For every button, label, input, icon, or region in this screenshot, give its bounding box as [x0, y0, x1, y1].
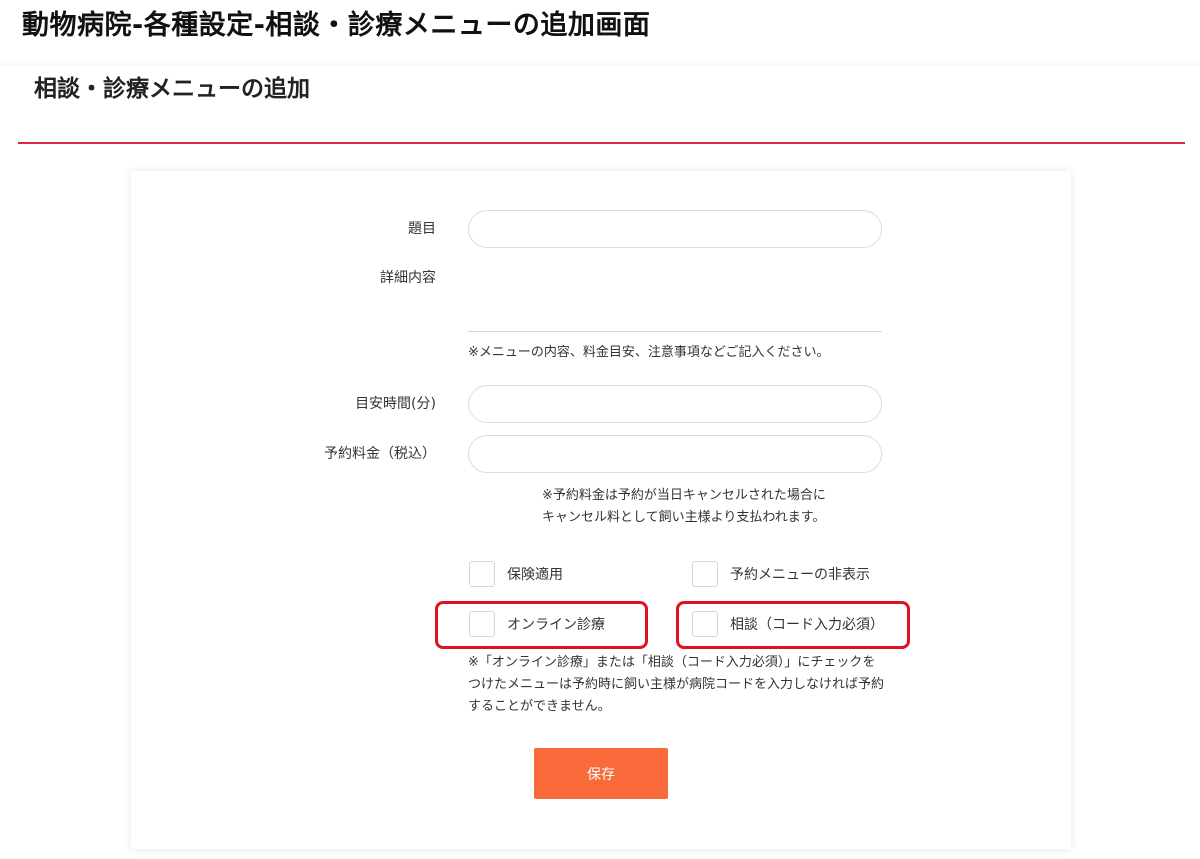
save-button[interactable]: 保存	[534, 748, 668, 799]
document-title: 動物病院-各種設定-相談・診療メニューの追加画面	[22, 10, 651, 41]
code-note-line1: ※「オンライン診療」または「相談（コード入力必須）」にチェックを	[468, 655, 876, 670]
hide-menu-option[interactable]: 予約メニューの非表示	[692, 561, 870, 587]
duration-label: 目安時間(分)	[355, 396, 436, 412]
title-input[interactable]	[468, 210, 882, 248]
insurance-label: 保険適用	[507, 567, 563, 583]
duration-input[interactable]	[468, 385, 882, 423]
hide-menu-checkbox[interactable]	[692, 561, 718, 587]
hide-menu-label: 予約メニューの非表示	[730, 567, 870, 583]
insurance-option[interactable]: 保険適用	[469, 561, 563, 587]
detail-label: 詳細内容	[380, 270, 436, 286]
consult-highlight-box	[676, 601, 910, 649]
detail-underline	[468, 331, 882, 332]
title-label: 題目	[408, 221, 436, 237]
fee-note-line1: ※予約料金は予約が当日キャンセルされた場合に	[542, 488, 826, 503]
page-title: 相談・診療メニューの追加	[34, 76, 310, 102]
fee-input[interactable]	[468, 435, 882, 473]
fee-note-line2: キャンセル料として飼い主様より支払われます。	[542, 510, 826, 525]
detail-textarea[interactable]	[468, 266, 886, 334]
code-note-line3: することができません。	[468, 699, 611, 714]
code-note-line2: つけたメニューは予約時に飼い主様が病院コードを入力しなければ予約	[468, 677, 885, 692]
fee-label: 予約料金（税込）	[324, 446, 436, 462]
insurance-checkbox[interactable]	[469, 561, 495, 587]
detail-note: ※メニューの内容、料金目安、注意事項などご記入ください。	[468, 345, 830, 360]
online-highlight-box	[435, 601, 648, 649]
